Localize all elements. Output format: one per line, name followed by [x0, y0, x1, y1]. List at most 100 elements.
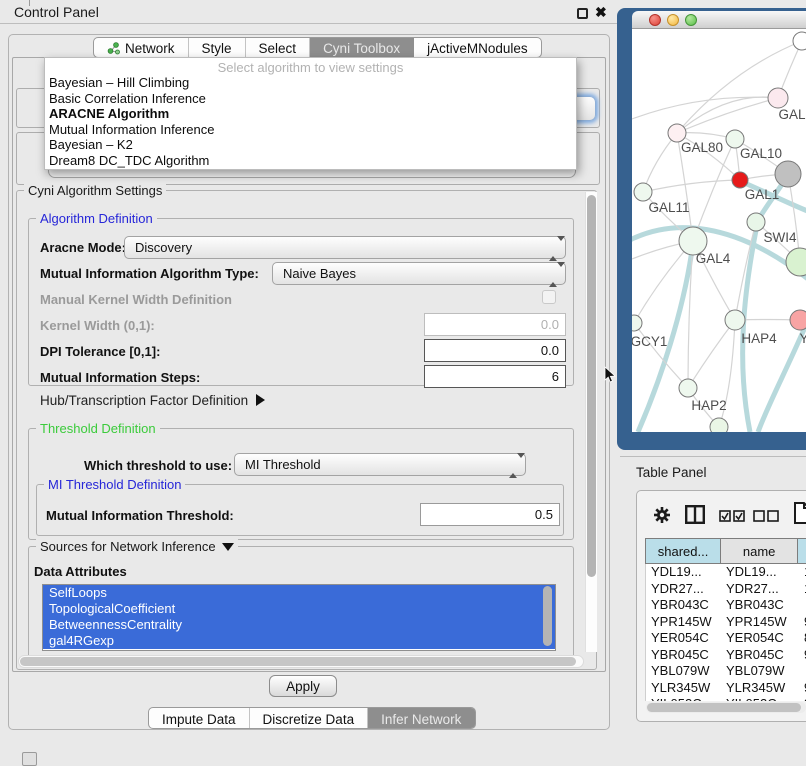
network-node[interactable] — [732, 172, 748, 188]
table-body[interactable]: YDL19...YDL19...13YDR27...YDR27...12YBR0… — [645, 564, 806, 701]
table-cell[interactable] — [799, 597, 806, 614]
table-cell[interactable]: YBR045C — [646, 647, 721, 664]
table-cell[interactable]: YIL052C — [721, 696, 799, 701]
algorithm-option[interactable]: Dream8 DC_TDC Algorithm — [45, 153, 576, 169]
attribute-item[interactable]: BetweennessCentrality — [43, 617, 555, 633]
which-threshold-combo[interactable]: MI Threshold — [234, 453, 526, 476]
table-cell[interactable]: 12 — [799, 581, 806, 598]
column-header-name[interactable]: name — [721, 539, 798, 563]
table-cell[interactable]: YDR27... — [721, 581, 799, 598]
close-icon[interactable]: ✖ — [595, 4, 607, 21]
zoom-traffic-light-icon[interactable] — [685, 14, 697, 26]
table-cell[interactable]: YBR045C — [721, 647, 799, 664]
table-cell[interactable]: YBR043C — [646, 597, 721, 614]
table-row[interactable]: YBR043CYBR043C — [646, 597, 806, 614]
gear-icon[interactable] — [653, 506, 671, 524]
table-row[interactable]: YDR27...YDR27...12 — [646, 581, 806, 598]
network-edge[interactable] — [632, 97, 778, 119]
hub-section-toggle[interactable]: Hub/Transcription Factor Definition — [40, 393, 265, 408]
network-edge[interactable] — [643, 133, 677, 192]
table-cell[interactable]: YDL19... — [721, 564, 799, 581]
checked-columns-icon[interactable] — [719, 510, 745, 522]
aracne-mode-combo[interactable]: Discovery — [124, 236, 566, 259]
attribute-item[interactable]: SelfLoops — [43, 585, 555, 601]
mi-type-combo[interactable]: Naive Bayes — [272, 262, 566, 285]
table-row[interactable]: YDL19...YDL19...13 — [646, 564, 806, 581]
manual-kernel-checkbox[interactable] — [542, 290, 556, 304]
table-row[interactable]: YIL052CYIL052C9 — [646, 696, 806, 701]
algorithm-option[interactable]: Bayesian – Hill Climbing — [45, 75, 576, 91]
table-cell[interactable]: YLR345W — [721, 680, 799, 697]
minimize-traffic-light-icon[interactable] — [667, 14, 679, 26]
network-node[interactable] — [634, 183, 652, 201]
table-row[interactable]: YBR045CYBR045C9. — [646, 647, 806, 664]
network-edge[interactable] — [688, 320, 735, 388]
network-edge-thick[interactable] — [743, 225, 757, 432]
network-node[interactable] — [768, 88, 788, 108]
table-cell[interactable]: YDL19... — [646, 564, 721, 581]
table-horizontal-scrollbar[interactable] — [646, 702, 806, 713]
table-hscroll-thumb[interactable] — [647, 703, 801, 712]
hscroll-thumb[interactable] — [20, 657, 576, 666]
attributes-list-scrollbar[interactable] — [543, 586, 552, 646]
table-cell[interactable]: YER054C — [646, 630, 721, 647]
settings-horizontal-scrollbar[interactable] — [18, 655, 584, 668]
vscroll-thumb[interactable] — [587, 195, 596, 577]
network-window-titlebar[interactable] — [632, 11, 806, 29]
network-canvas[interactable]: GALGAL80GAL10GAL1GAL11SWI4GAL4YGCY1HAP4H… — [632, 29, 806, 432]
network-node[interactable] — [775, 161, 801, 187]
table-cell[interactable]: 8. — [799, 630, 806, 647]
network-edge[interactable] — [643, 180, 740, 192]
algorithm-option[interactable]: ARACNE Algorithm — [45, 106, 576, 122]
table-cell[interactable]: 13 — [799, 564, 806, 581]
table-cell[interactable]: YBL079W — [721, 663, 799, 680]
table-cell[interactable]: 9. — [799, 680, 806, 697]
network-node[interactable] — [725, 310, 745, 330]
network-node[interactable] — [632, 315, 642, 331]
network-node[interactable] — [710, 418, 728, 432]
tab-infer-network[interactable]: Infer Network — [368, 708, 475, 728]
tab-style[interactable]: Style — [189, 38, 246, 57]
column-header-shared-name[interactable]: shared... — [646, 539, 721, 563]
file-icon[interactable] — [793, 502, 806, 524]
table-cell[interactable]: YLR345W — [646, 680, 721, 697]
table-cell[interactable]: YPR145W — [721, 614, 799, 631]
attribute-item[interactable]: gal4RGexp — [43, 633, 555, 649]
dpi-tolerance-field[interactable]: 0.0 — [424, 339, 566, 362]
network-node[interactable] — [790, 310, 806, 330]
float-icon[interactable] — [577, 8, 588, 19]
table-cell[interactable]: 9. — [799, 614, 806, 631]
mi-threshold-field[interactable]: 0.5 — [420, 503, 560, 526]
table-row[interactable]: YBL079WYBL079W — [646, 663, 806, 680]
network-node[interactable] — [747, 213, 765, 231]
tab-cyni-toolbox[interactable]: Cyni Toolbox — [310, 38, 414, 57]
network-node[interactable] — [679, 379, 697, 397]
tab-impute-data[interactable]: Impute Data — [149, 708, 250, 728]
unchecked-columns-icon[interactable] — [753, 510, 779, 522]
kernel-width-field[interactable]: 0.0 — [424, 313, 566, 336]
tab-discretize-data[interactable]: Discretize Data — [250, 708, 369, 728]
table-cell[interactable]: YDR27... — [646, 581, 721, 598]
table-cell[interactable]: YPR145W — [646, 614, 721, 631]
data-attributes-list[interactable]: SelfLoopsTopologicalCoefficientBetweenne… — [42, 584, 556, 651]
column-header-partial[interactable] — [798, 539, 806, 563]
close-traffic-light-icon[interactable] — [649, 14, 661, 26]
table-cell[interactable]: YBL079W — [646, 663, 721, 680]
tab-network[interactable]: Network — [94, 38, 189, 57]
settings-vertical-scrollbar[interactable] — [585, 192, 597, 652]
table-cell[interactable]: 9. — [799, 647, 806, 664]
table-cell[interactable]: YIL052C — [646, 696, 721, 701]
sources-legend[interactable]: Sources for Network Inference — [36, 539, 238, 554]
panel-grip-icon[interactable] — [22, 752, 37, 766]
algorithm-option[interactable]: Bayesian – K2 — [45, 137, 576, 153]
table-cell[interactable]: YER054C — [721, 630, 799, 647]
table-row[interactable]: YLR345WYLR345W9. — [646, 680, 806, 697]
tab-select[interactable]: Select — [246, 38, 311, 57]
split-columns-icon[interactable] — [685, 505, 705, 524]
table-row[interactable]: YER054CYER054C8. — [646, 630, 806, 647]
mi-steps-field[interactable]: 6 — [424, 365, 566, 388]
table-cell[interactable] — [799, 663, 806, 680]
table-cell[interactable]: YBR043C — [721, 597, 799, 614]
network-node[interactable] — [793, 32, 806, 50]
algorithm-option[interactable]: Basic Correlation Inference — [45, 91, 576, 107]
